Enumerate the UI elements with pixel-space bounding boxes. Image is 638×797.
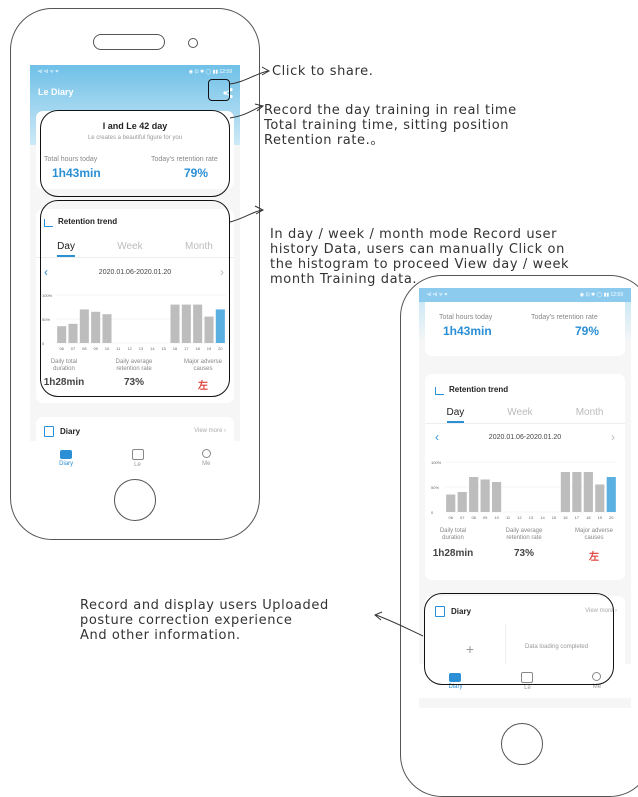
status-left-2: ᵃıl ᵃıl ᯤ ⌗ — [427, 292, 448, 298]
annotation-diary: Record and display users Uploaded postur… — [80, 598, 329, 643]
home-button[interactable] — [114, 479, 156, 521]
diary-book-icon — [44, 426, 54, 437]
chart-bar-17[interactable] — [572, 472, 582, 512]
nav-le[interactable]: Le — [131, 448, 144, 468]
stat-total-label-2: Daily total duration — [439, 528, 467, 541]
home-button-2[interactable] — [501, 723, 543, 765]
stat-cause-value-2: 左 — [589, 552, 599, 563]
trend-title-2: Retention trend — [449, 385, 509, 394]
retention-rate-label-2: Today's retention rate — [531, 314, 598, 321]
next-period-button-2[interactable]: › — [611, 430, 615, 444]
arrow-share-head — [261, 66, 271, 76]
chart-bar-08[interactable] — [469, 477, 479, 512]
chart-bar-18[interactable] — [583, 472, 593, 512]
nav-me[interactable]: Me — [201, 449, 211, 467]
chart-bar-10[interactable] — [492, 482, 502, 512]
x-tick-label: 17 — [575, 515, 580, 520]
x-tick-label: 16 — [563, 515, 568, 520]
y-tick-label: 0 — [431, 510, 434, 515]
period-tabs-2: Day Week Month — [425, 407, 625, 423]
x-tick-label: 18 — [586, 515, 591, 520]
chart-bar-16[interactable] — [560, 472, 570, 512]
y-tick-label: 100% — [431, 460, 442, 465]
arrow-diary-head — [374, 611, 383, 621]
total-hours-label-2: Total hours today — [439, 314, 493, 321]
retention-bar-chart-2[interactable]: 100% 50% 0 06 07 08 09 10 11 12 13 14 15 16 17 18 19 20 — [431, 460, 619, 522]
x-tick-label: 11 — [506, 515, 511, 520]
stat-avg-value-2: 73% — [513, 548, 534, 559]
nav-diary-label: Diary — [59, 460, 74, 467]
date-range-2: 2020.01.06-2020.01.20 — [488, 434, 562, 441]
chart-nav-icon — [131, 448, 144, 460]
nav-diary[interactable]: Diary — [59, 449, 74, 467]
bottom-nav: Diary Le Me — [30, 441, 240, 475]
nav-le-label-2: Le — [524, 684, 531, 691]
x-tick-label: 12 — [517, 515, 522, 520]
diary-nav-icon — [60, 449, 73, 459]
status-left: ᵃıl ᵃıl ᯤ ⌗ — [38, 69, 59, 75]
highlight-share — [208, 79, 230, 101]
app-title: Le Diary — [38, 87, 74, 97]
x-tick-label: 15 — [552, 515, 557, 520]
stat-avg-label-2: Daily average retention rate — [505, 528, 543, 541]
person-nav-icon — [201, 449, 211, 458]
x-tick-label: 14 — [540, 515, 545, 520]
trend-chart-icon-2 — [435, 387, 444, 395]
stat-total-value-2: 1h28min — [432, 548, 474, 559]
x-tick-label: 09 — [483, 515, 488, 520]
x-tick-label: 06 — [449, 515, 454, 520]
chart-bar-19[interactable] — [595, 484, 605, 513]
status-right: ◉ ⊡ ✱ ◯ ▮▮ 12:59 — [188, 69, 232, 75]
nav-le-label: Le — [134, 461, 141, 468]
speaker-slot — [93, 34, 165, 50]
today-summary-card-2: Total hours today 1h43min Today's retent… — [425, 302, 625, 356]
annotation-history: In day / week / month mode Record user h… — [270, 227, 570, 287]
retention-rate-value-2: 79% — [575, 324, 600, 338]
phone-frame-right: ᵃıl ᵃıl ᯤ ⌗ ◉ ⊡ ✱ ◯ ▮▮ 12:59 Total hours… — [400, 275, 638, 797]
status-right-2: ◉ ⊡ ✱ ◯ ▮▮ 12:59 — [579, 292, 623, 298]
annotation-record: Record the day training in real time Tot… — [264, 103, 517, 148]
highlight-trend — [40, 200, 230, 397]
highlight-summary — [40, 110, 230, 197]
diary-label: Diary — [60, 427, 81, 436]
x-tick-label: 08 — [471, 515, 476, 520]
x-tick-label: 07 — [460, 515, 465, 520]
chart-bar-07[interactable] — [457, 492, 467, 512]
stat-cause-label-2: Major adverse causes — [574, 528, 613, 541]
x-tick-label: 19 — [598, 515, 603, 520]
front-camera — [188, 38, 198, 48]
tab-day-2[interactable]: Day — [446, 407, 465, 423]
period-divider-2 — [425, 423, 625, 424]
tab-month-2[interactable]: Month — [576, 407, 604, 423]
view-more-link[interactable]: View more › — [194, 428, 226, 434]
y-tick-label: 50% — [431, 485, 439, 490]
x-tick-label: 10 — [494, 515, 499, 520]
chart-bar-09[interactable] — [480, 479, 490, 513]
x-tick-label: 20 — [609, 515, 614, 520]
chart-bar-06[interactable] — [446, 494, 456, 513]
tab-week-2[interactable]: Week — [507, 407, 532, 423]
x-tick-label: 13 — [529, 515, 534, 520]
highlight-diary — [424, 593, 614, 685]
status-bar-2: ᵃıl ᵃıl ᯤ ⌗ ◉ ⊡ ✱ ◯ ▮▮ 12:59 — [419, 288, 631, 302]
retention-trend-card-2: Retention trend Day Week Month ‹ 2020.01… — [425, 374, 625, 580]
status-bar: ᵃıl ᵃıl ᯤ ⌗ ◉ ⊡ ✱ ◯ ▮▮ 12:59 — [30, 65, 240, 79]
nav-me-label: Me — [202, 461, 211, 467]
total-hours-value-2: 1h43min — [443, 324, 492, 338]
annotation-share: Click to share. — [272, 64, 374, 79]
chart-bar-20[interactable] — [606, 477, 616, 512]
